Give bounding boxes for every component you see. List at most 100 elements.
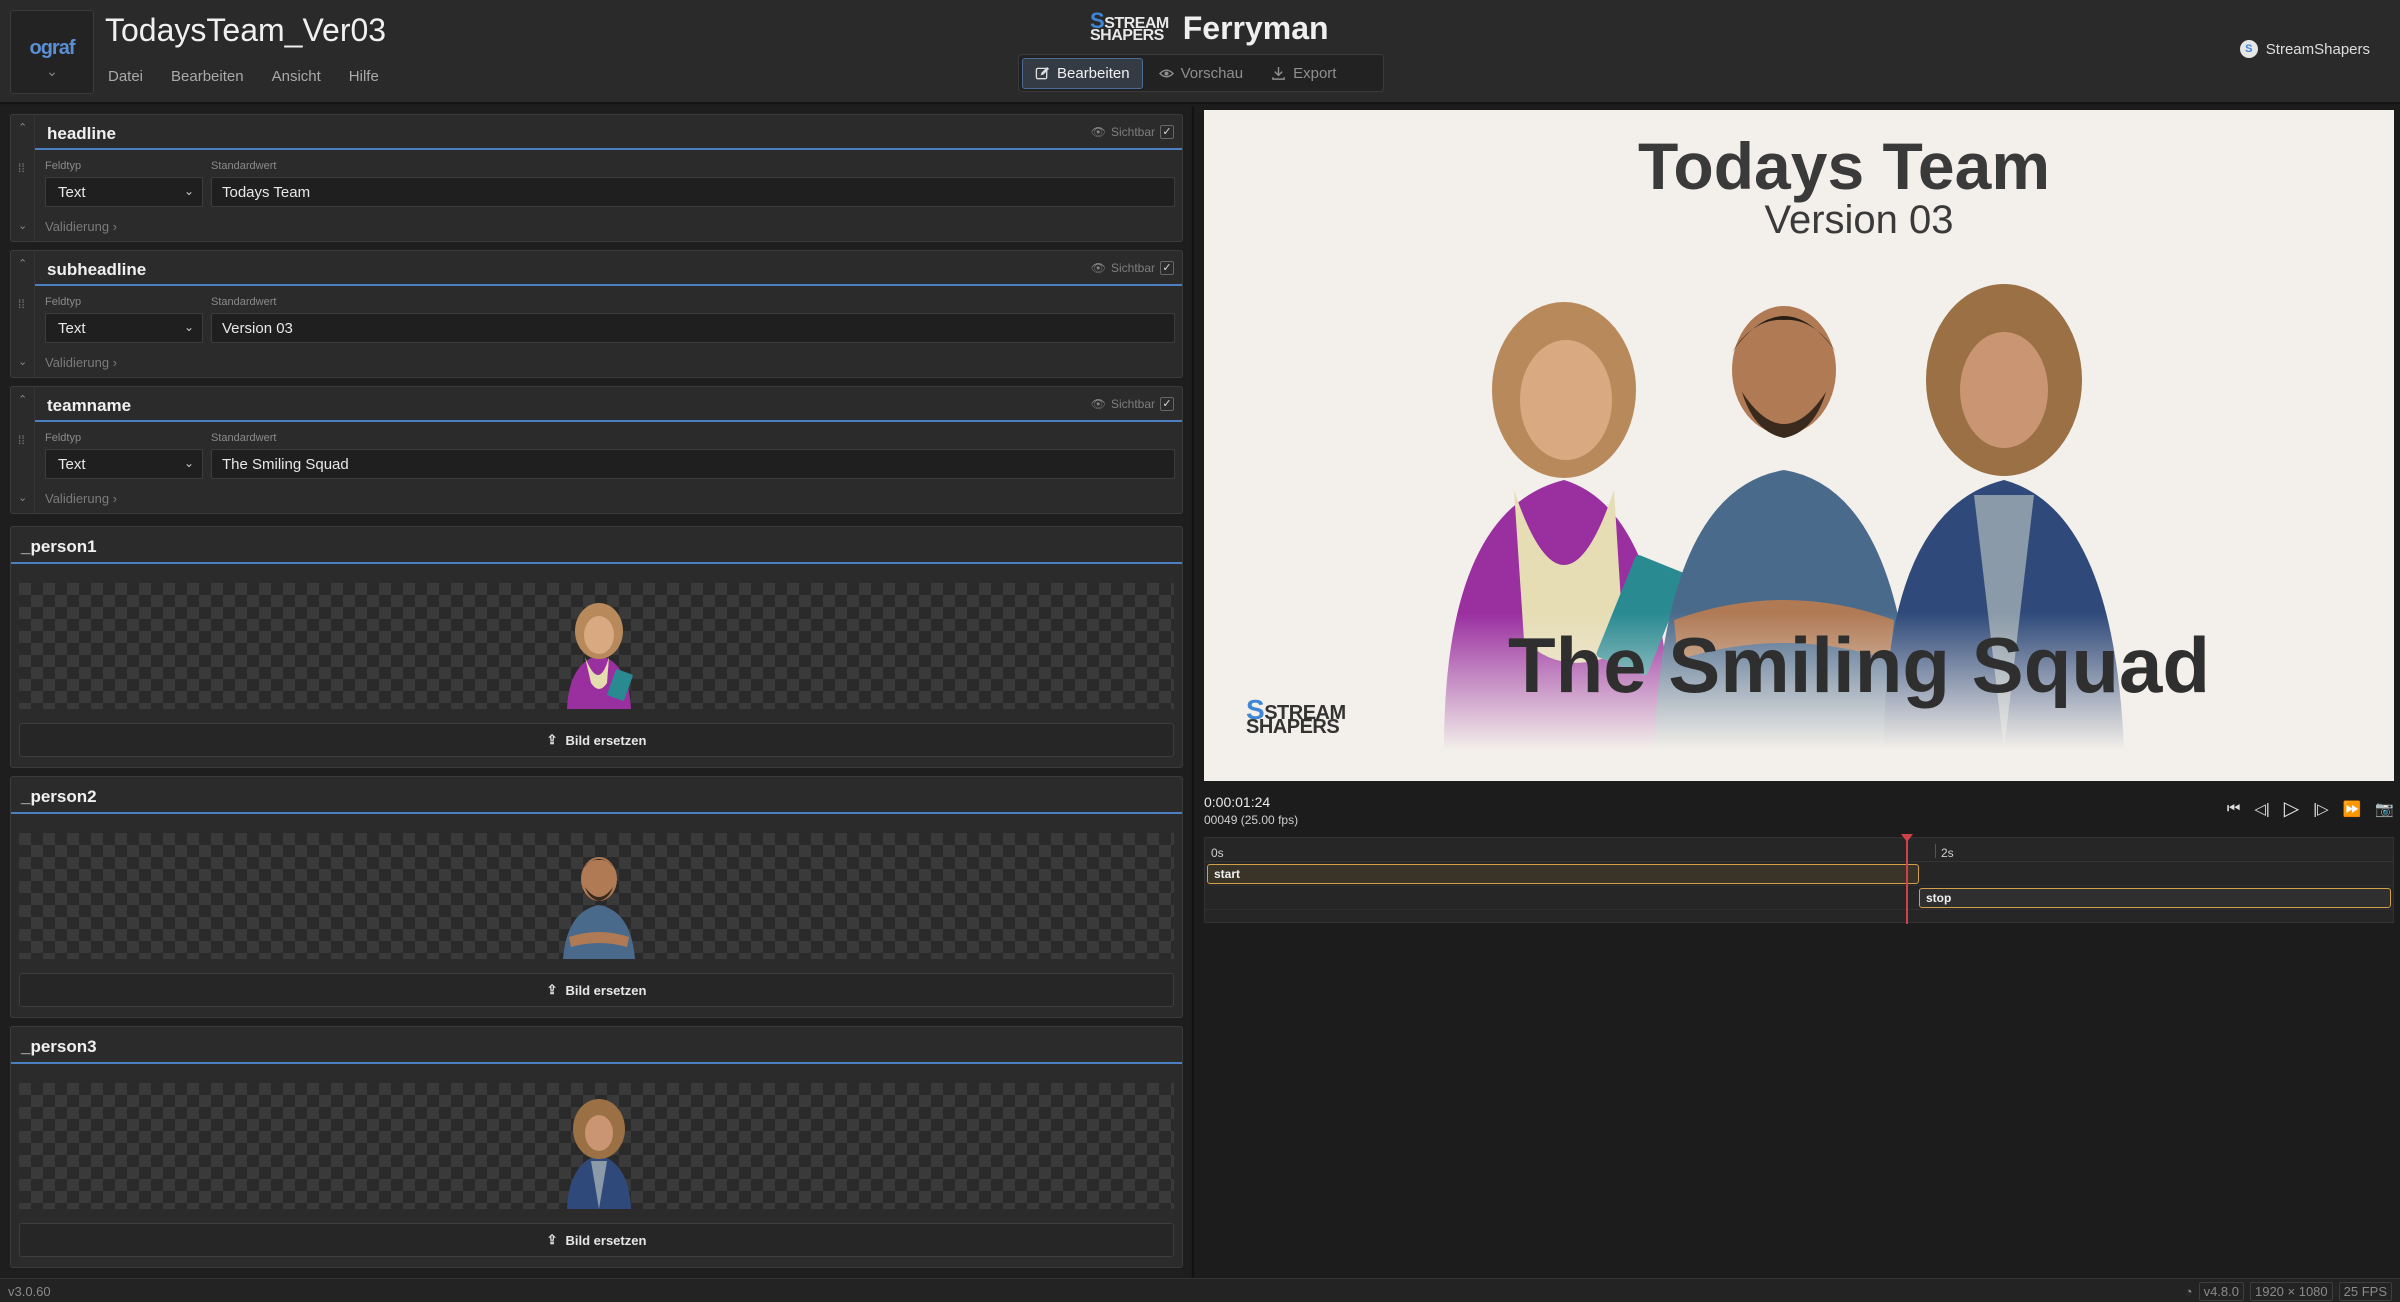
clip-start[interactable]: start: [1207, 864, 1919, 884]
frame-counter: 00049 (25.00 fps): [1204, 813, 1299, 827]
grip-icon[interactable]: ⁞⁞: [18, 434, 25, 446]
visible-checkbox[interactable]: ✓: [1160, 397, 1174, 411]
field-name: subheadline: [47, 260, 147, 279]
field-name: teamname: [47, 396, 132, 415]
menu-ansicht[interactable]: Ansicht: [272, 68, 321, 85]
clip-stop[interactable]: stop: [1919, 888, 2391, 908]
transport-controls: ⏮ ◁| ▷ |▷ ⏩ 📷: [2227, 796, 2394, 821]
brand-name: Ferryman: [1182, 10, 1329, 46]
chevron-up-icon[interactable]: ⌃: [18, 121, 27, 134]
preview-panel: Todays Team Version 03 The Smiling Squad…: [1192, 106, 2400, 1278]
validation-toggle[interactable]: Validierung ›: [45, 355, 117, 370]
visible-toggle[interactable]: 👁 Sichtbar ✓: [1091, 125, 1174, 139]
grip-icon[interactable]: ⁞⁞: [18, 162, 25, 174]
timeline-ruler[interactable]: 0s 2s: [1205, 838, 2393, 862]
menu-hilfe[interactable]: Hilfe: [349, 68, 379, 85]
default-value-input[interactable]: The Smiling Squad: [211, 449, 1175, 479]
image-preview: [19, 1083, 1174, 1209]
streamshapers-logo: SSTREAM SHAPERS: [1090, 8, 1169, 44]
account-avatar-icon: S: [2239, 40, 2258, 58]
validation-toggle[interactable]: Validierung ›: [45, 491, 117, 506]
divider: [35, 148, 1182, 150]
account-menu[interactable]: S StreamShapers: [2239, 40, 2370, 58]
field-type-label: Feldtyp: [45, 160, 82, 172]
chevron-down-icon: ⌄: [183, 184, 194, 198]
camera-icon[interactable]: 📷: [2375, 800, 2394, 818]
image-field-person2: _person2 ⇪ Bild ersetzen: [10, 776, 1183, 1018]
replace-image-button[interactable]: ⇪ Bild ersetzen: [19, 723, 1174, 757]
field-type-label: Feldtyp: [45, 432, 82, 444]
upload-icon: ⇪: [546, 732, 558, 747]
fast-forward-icon[interactable]: ⏩: [2343, 800, 2362, 818]
app-logo-button[interactable]: ograf ⌄: [10, 10, 94, 94]
person2-thumbnail: [563, 857, 635, 959]
chevron-down-icon: ⌄: [183, 456, 194, 470]
visible-checkbox[interactable]: ✓: [1160, 125, 1174, 139]
timeline[interactable]: 0s 2s start stop: [1204, 834, 2394, 924]
person3-thumbnail: [567, 1099, 631, 1209]
preview-teamname: The Smiling Squad: [1507, 621, 2211, 709]
brand: SSTREAM SHAPERS Ferryman: [1090, 10, 1329, 47]
upload-icon: ⇪: [546, 1232, 558, 1247]
divider: [11, 1062, 1182, 1064]
app-version: v3.0.60: [8, 1284, 51, 1299]
drag-handle[interactable]: ⌃ ⁞⁞ ⌄: [11, 387, 35, 513]
chevron-down-icon[interactable]: ⌄: [18, 219, 27, 232]
default-value-input[interactable]: Todays Team: [211, 177, 1175, 207]
field-teamname: ⌃ ⁞⁞ ⌄ teamname 👁 Sichtbar ✓ Feldtyp Sta…: [10, 386, 1183, 514]
drag-handle[interactable]: ⌃ ⁞⁞ ⌄: [11, 251, 35, 377]
eye-icon: 👁: [1090, 125, 1106, 139]
mode-vorschau[interactable]: Vorschau: [1147, 59, 1256, 88]
validation-toggle[interactable]: Validierung ›: [45, 219, 117, 234]
field-type-select[interactable]: Text ⌄: [45, 449, 203, 479]
mode-bearbeiten[interactable]: Bearbeiten: [1022, 57, 1143, 89]
field-name: _person2: [21, 787, 97, 806]
image-preview: [19, 583, 1174, 709]
timer-icon: ◔: [2184, 1284, 2193, 1299]
field-type-label: Feldtyp: [45, 296, 82, 308]
menu-bearbeiten[interactable]: Bearbeiten: [171, 68, 244, 85]
download-icon: [1272, 66, 1285, 80]
divider: [35, 420, 1182, 422]
field-name: _person3: [21, 1037, 97, 1056]
chevron-down-icon: ⌄: [46, 63, 58, 79]
ruler-label: 2s: [1941, 846, 1954, 860]
playhead[interactable]: [1901, 834, 1913, 924]
status-info: ◔ v4.8.0 1920 × 1080 25 FPS: [2185, 1282, 2392, 1301]
step-back-icon[interactable]: ◁|: [2254, 800, 2269, 818]
visible-toggle[interactable]: 👁 Sichtbar ✓: [1091, 261, 1174, 275]
chevron-down-icon[interactable]: ⌄: [18, 491, 27, 504]
chevron-up-icon[interactable]: ⌃: [18, 257, 27, 270]
grip-icon[interactable]: ⁞⁞: [18, 298, 25, 310]
visible-toggle[interactable]: 👁 Sichtbar ✓: [1091, 397, 1174, 411]
timeline-track-start: start: [1205, 864, 2393, 886]
default-value-input[interactable]: Version 03: [211, 313, 1175, 343]
preview-subtitle: Version 03: [1764, 198, 1954, 242]
resolution-badge: 1920 × 1080: [2249, 1282, 2333, 1301]
ograf-logo: ograf: [29, 37, 76, 59]
chevron-up-icon[interactable]: ⌃: [18, 393, 27, 406]
visible-checkbox[interactable]: ✓: [1160, 261, 1174, 275]
image-field-person1: _person1 ⇪ Bild ersetzen: [10, 526, 1183, 768]
mode-export[interactable]: Export: [1259, 59, 1348, 88]
edit-icon: [1035, 66, 1050, 79]
fields-panel: ⌃ ⁞⁞ ⌄ headline 👁 Sichtbar ✓ Feldtyp Sta…: [0, 106, 1190, 1278]
replace-image-button[interactable]: ⇪ Bild ersetzen: [19, 973, 1174, 1007]
preview-title: Todays Team: [1637, 129, 2051, 203]
default-value-label: Standardwert: [211, 160, 277, 172]
step-forward-icon[interactable]: |▷: [2313, 800, 2328, 818]
replace-image-button[interactable]: ⇪ Bild ersetzen: [19, 1223, 1174, 1257]
field-type-select[interactable]: Text ⌄: [45, 177, 203, 207]
ruler-label: 0s: [1211, 846, 1224, 860]
chevron-down-icon[interactable]: ⌄: [18, 355, 27, 368]
skip-to-start-icon[interactable]: ⏮: [2227, 800, 2241, 817]
eye-icon: 👁: [1090, 261, 1106, 275]
mode-switch: Bearbeiten Vorschau Export: [1018, 54, 1384, 92]
menu-datei[interactable]: Datei: [108, 68, 143, 85]
document-title: TodaysTeam_Ver03: [105, 12, 387, 48]
status-bar: v3.0.60 ◔ v4.8.0 1920 × 1080 25 FPS: [0, 1278, 2400, 1302]
drag-handle[interactable]: ⌃ ⁞⁞ ⌄: [11, 115, 35, 241]
play-icon[interactable]: ▷: [2284, 796, 2299, 821]
default-value-label: Standardwert: [211, 432, 277, 444]
field-type-select[interactable]: Text ⌄: [45, 313, 203, 343]
